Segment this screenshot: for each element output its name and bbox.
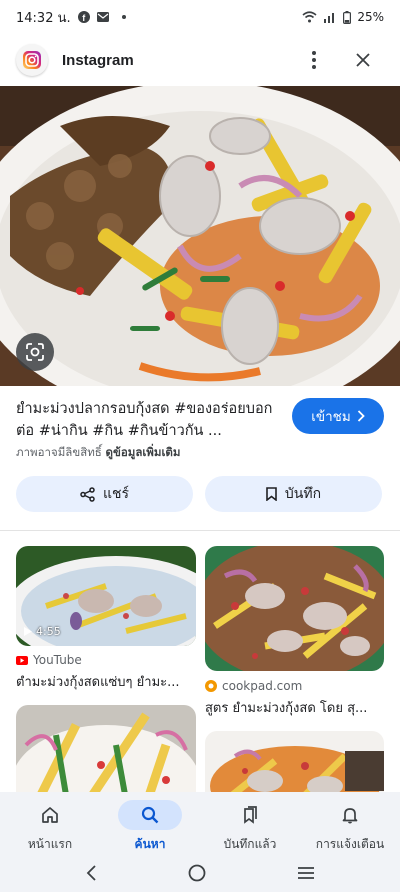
app-header: Instagram bbox=[0, 34, 400, 86]
cookpad-icon bbox=[205, 680, 217, 692]
share-icon bbox=[80, 486, 95, 502]
status-time: 14:32 น. bbox=[16, 10, 71, 26]
nav-item-notifications[interactable]: การแจ้งเตือน bbox=[300, 792, 400, 854]
bottom-navigation: หน้าแรก ค้นหา บันทึกแล้ว การแจ้งเตือน bbox=[0, 792, 400, 854]
result-source-name-1: YouTube bbox=[33, 653, 82, 667]
result-source-name-2: cookpad.com bbox=[222, 679, 303, 693]
hero-image[interactable] bbox=[0, 86, 400, 386]
nav-label-home: หน้าแรก bbox=[27, 837, 73, 851]
close-icon bbox=[356, 53, 370, 67]
facebook-icon: f bbox=[77, 11, 90, 23]
chevron-right-icon bbox=[357, 410, 365, 422]
more-vert-icon bbox=[312, 51, 316, 69]
visit-label: เข้าชม bbox=[311, 409, 351, 425]
home-circle-icon[interactable] bbox=[188, 864, 206, 882]
nav-item-saved[interactable]: บันทึกแล้ว bbox=[200, 792, 300, 854]
system-navigation-bar bbox=[0, 854, 400, 892]
bookmark-icon bbox=[266, 487, 277, 501]
nav-label-search: ค้นหา bbox=[134, 837, 166, 851]
copyright-line: ภาพอาจมีลิขสิทธิ์ ดูข้อมูลเพิ่มเติม bbox=[16, 444, 180, 462]
search-icon bbox=[141, 806, 159, 824]
youtube-icon bbox=[16, 655, 28, 665]
share-button[interactable]: แชร์ bbox=[16, 476, 193, 512]
nav-item-search[interactable]: ค้นหา bbox=[100, 792, 200, 854]
signal-icon bbox=[324, 13, 335, 23]
app-title: Instagram bbox=[62, 51, 134, 69]
section-divider bbox=[0, 530, 400, 531]
result-thumbnail-3 bbox=[16, 705, 196, 805]
visit-button[interactable]: เข้าชม bbox=[292, 398, 384, 434]
mail-icon bbox=[96, 12, 109, 22]
dot-icon bbox=[121, 15, 126, 19]
result-source-2: cookpad.com bbox=[205, 679, 302, 693]
bell-icon bbox=[342, 808, 358, 824]
food-photo bbox=[0, 86, 400, 386]
result-card-image-2[interactable] bbox=[205, 546, 384, 671]
learn-more-link[interactable]: ดูข้อมูลเพิ่มเติม bbox=[106, 445, 181, 459]
save-button[interactable]: บันทึก bbox=[205, 476, 382, 512]
nav-label-notifications: การแจ้งเตือน bbox=[315, 837, 385, 851]
battery-level: 25% bbox=[357, 10, 384, 24]
more-options-button[interactable] bbox=[300, 46, 328, 74]
result-title-2[interactable]: สูตร ยำมะม่วงกุ้งสด โดย สุ... bbox=[205, 697, 385, 718]
result-source-1: YouTube bbox=[16, 653, 82, 667]
nav-label-saved: บันทึกแล้ว bbox=[223, 837, 277, 851]
battery-icon bbox=[343, 10, 352, 24]
google-lens-button[interactable] bbox=[16, 333, 54, 371]
lens-icon bbox=[26, 343, 44, 361]
instagram-logo-icon bbox=[16, 44, 48, 76]
play-icon bbox=[24, 627, 32, 636]
result-title-1[interactable]: ตำมะม่วงกุ้งสดแซ่บๆ ยำมะ... bbox=[16, 671, 196, 692]
bookmarks-icon bbox=[244, 806, 257, 824]
result-thumbnail-2 bbox=[205, 546, 384, 671]
result-card-image-3[interactable] bbox=[16, 705, 196, 805]
share-label: แชร์ bbox=[102, 486, 130, 502]
home-icon bbox=[42, 807, 58, 823]
nav-item-home[interactable]: หน้าแรก bbox=[0, 792, 100, 854]
save-label: บันทึก bbox=[284, 486, 322, 502]
copyright-note: ภาพอาจมีลิขสิทธิ์ bbox=[16, 445, 102, 459]
post-caption[interactable]: ยำมะม่วงปลากรอบกุ้งสด #ของอร่อยบอกต่อ #น… bbox=[16, 398, 284, 442]
status-bar: 14:32 น. f 25% bbox=[0, 0, 400, 34]
back-icon[interactable] bbox=[85, 865, 97, 881]
result-card-image-1[interactable]: 4:55 bbox=[16, 546, 196, 646]
wifi-icon bbox=[302, 11, 317, 23]
video-duration: 4:55 bbox=[24, 625, 61, 638]
close-button[interactable] bbox=[349, 46, 377, 74]
recent-apps-icon[interactable] bbox=[297, 866, 315, 880]
